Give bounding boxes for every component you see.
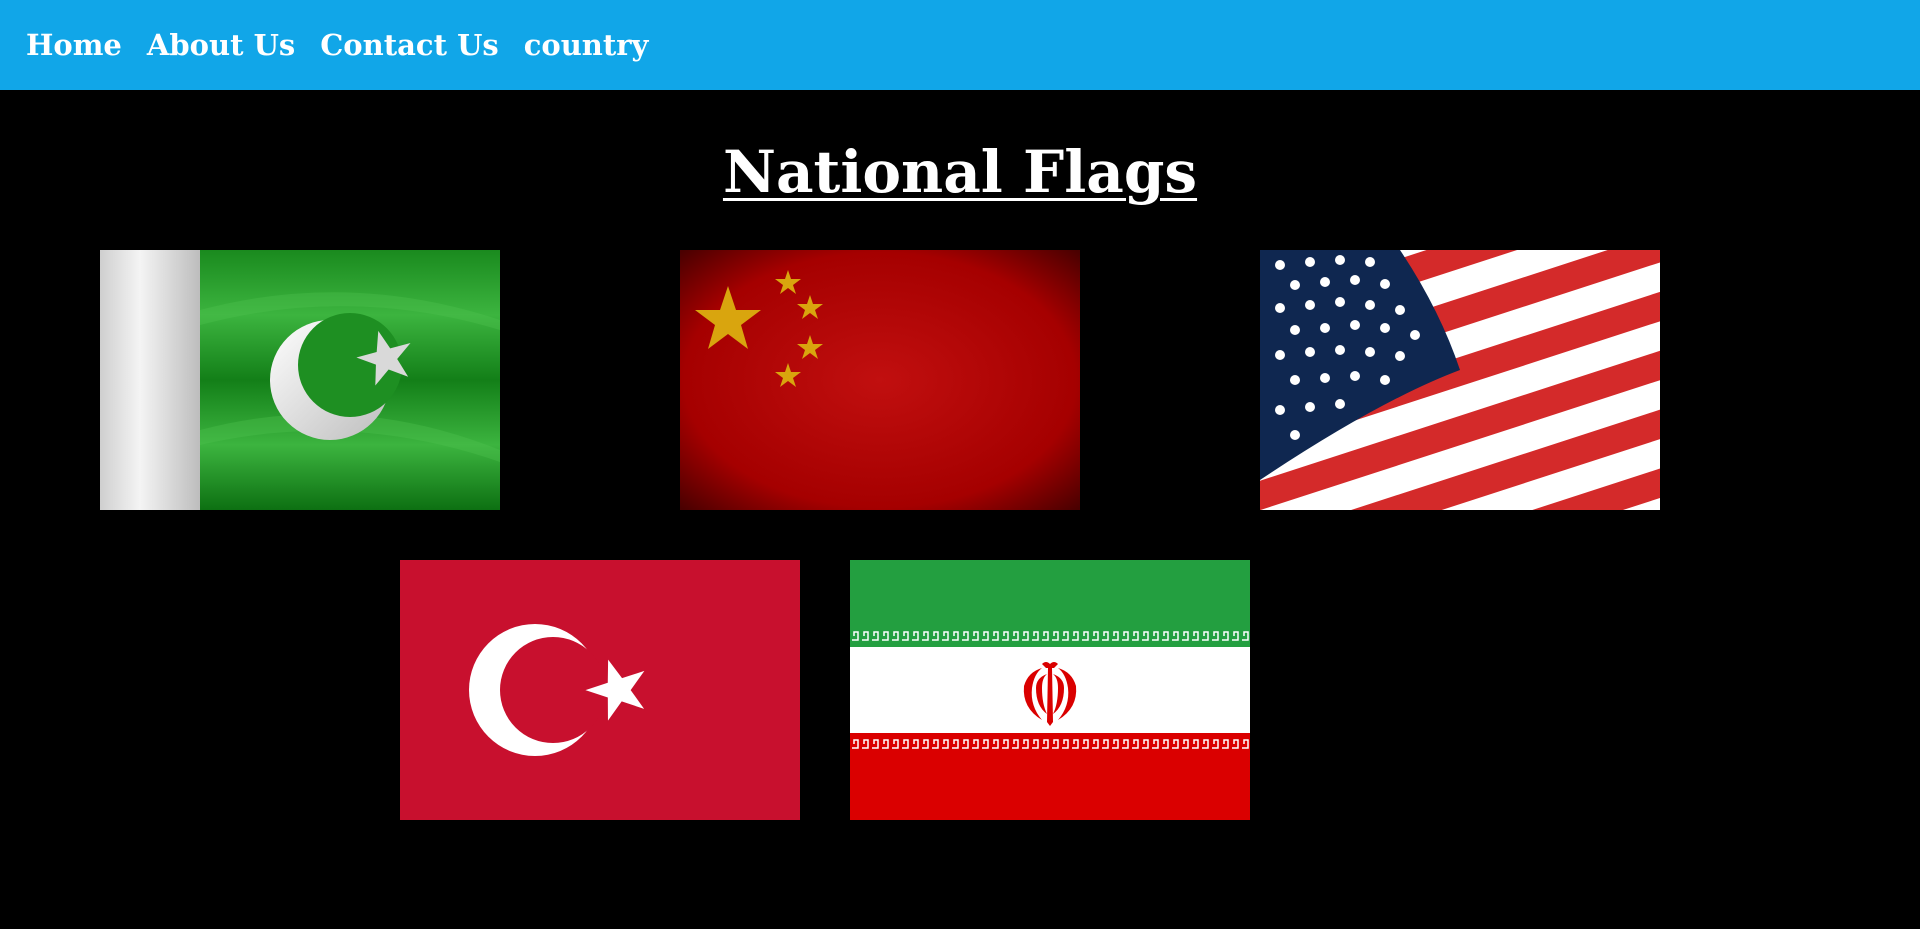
pakistan-flag xyxy=(100,250,500,510)
usa-flag xyxy=(1260,250,1660,510)
nav-link-about-us[interactable]: About Us xyxy=(147,28,295,62)
nav-link-contact-us[interactable]: Contact Us xyxy=(320,28,498,62)
page-title: National Flags xyxy=(722,138,1198,206)
nav-link-home[interactable]: Home xyxy=(26,28,122,62)
turkey-flag xyxy=(400,560,800,820)
china-flag xyxy=(680,250,1080,510)
navbar: Home About Us Contact Us country xyxy=(0,0,1920,90)
nav-link-country[interactable]: country xyxy=(524,28,649,62)
iran-flag xyxy=(850,560,1250,820)
